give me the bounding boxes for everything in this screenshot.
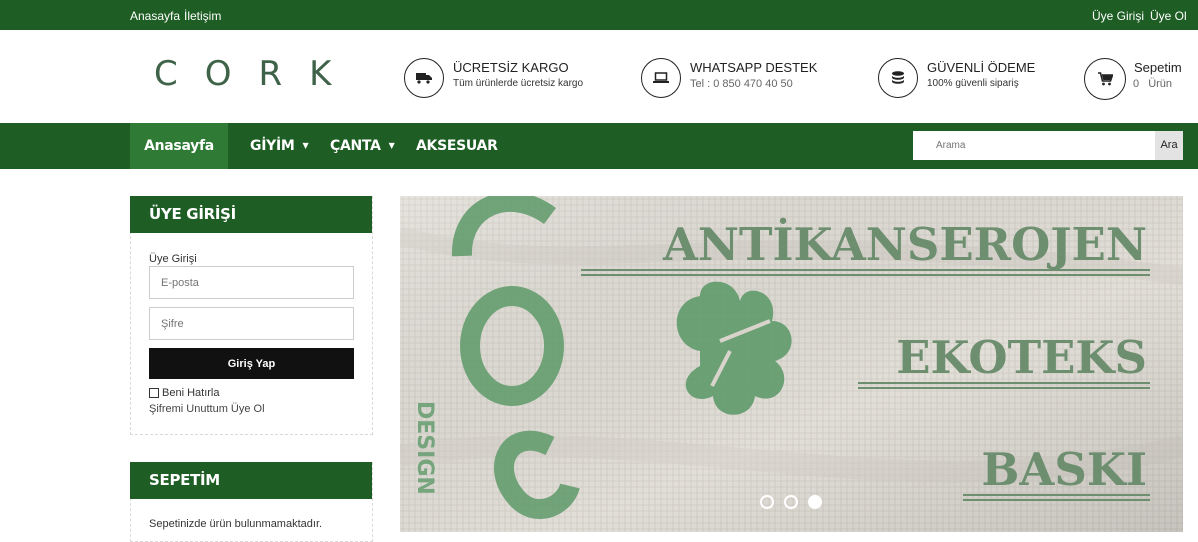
forgot-password-link[interactable]: Şifremi Unuttum	[149, 403, 228, 415]
banner-image: DESIGN ANTİKANSEROJEN EKOTEKS BASKI	[400, 196, 1183, 532]
caret-down-icon: ▼	[302, 141, 309, 150]
header-cart-unit: Ürün	[1148, 78, 1173, 90]
slider-dot-1[interactable]	[760, 495, 774, 509]
search-button[interactable]: Ara	[1155, 131, 1183, 160]
feature-subtitle: 100% güvenli sipariş	[927, 78, 1019, 89]
feature-subtitle: Tel : 0 850 470 40 50	[690, 78, 793, 90]
top-home-link[interactable]: Anasayfa	[130, 9, 180, 23]
cart-icon	[1084, 58, 1126, 100]
site-logo[interactable]: CORK	[154, 57, 358, 91]
top-register-link[interactable]: Üye Ol	[1150, 9, 1187, 23]
feature-title: WHATSAPP DESTEK	[690, 60, 818, 75]
remember-checkbox[interactable]	[149, 388, 159, 398]
nav-item-clothing[interactable]: GİYİM ▼	[250, 123, 309, 169]
remember-label: Beni Hatırla	[162, 387, 220, 399]
header-cart-title: Sepetim	[1134, 60, 1182, 75]
feature-subtitle: Tüm ürünlerde ücretsiz kargo	[453, 78, 584, 89]
nav-item-label: GİYİM	[250, 138, 295, 154]
cart-empty-text: Sepetinizde ürün bulunmamaktadır.	[149, 518, 323, 530]
nav-item-accessories[interactable]: AKSESUAR	[416, 123, 498, 169]
slider-dot-3[interactable]	[808, 495, 822, 509]
login-button[interactable]: Giriş Yap	[149, 348, 354, 379]
banner-line-1: ANTİKANSEROJEN	[662, 217, 1147, 271]
main-nav: Anasayfa GİYİM ▼ ÇANTA ▼ AKSESUAR Ara	[0, 123, 1198, 169]
top-contact-link[interactable]: İletişim	[184, 9, 221, 23]
feature-whatsapp: WHATSAPP DESTEK Tel : 0 850 470 40 50	[641, 58, 841, 100]
top-login-link[interactable]: Üye Girişi	[1092, 9, 1144, 23]
coins-icon	[878, 58, 918, 98]
laptop-icon	[641, 58, 681, 98]
banner-line-2: EKOTEKS	[896, 331, 1147, 384]
register-link[interactable]: Üye Ol	[231, 403, 265, 415]
feature-title: ÜCRETSİZ KARGO	[453, 60, 569, 75]
truck-icon	[404, 58, 444, 98]
search-input[interactable]	[913, 131, 1155, 160]
header-cart-count: 0	[1133, 78, 1140, 90]
feature-title: GÜVENLİ ÖDEME	[927, 60, 1036, 75]
password-field[interactable]	[149, 307, 354, 340]
login-panel-heading: ÜYE GİRİŞİ	[130, 196, 372, 233]
feature-secure-payment: GÜVENLİ ÖDEME 100% güvenli sipariş	[878, 58, 1058, 100]
printed-design-text: DESIGN	[412, 401, 437, 495]
banner-line-3: BASKI	[981, 443, 1147, 496]
email-field[interactable]	[149, 266, 354, 299]
slider-dot-2[interactable]	[784, 495, 798, 509]
cart-panel-heading: SEPETİM	[130, 462, 372, 499]
login-label: Üye Girişi	[149, 253, 197, 265]
nav-item-label: ÇANTA	[330, 138, 381, 154]
hero-slider[interactable]: DESIGN ANTİKANSEROJEN EKOTEKS BASKI	[400, 196, 1183, 532]
remember-me: Beni Hatırla	[149, 387, 219, 399]
feature-free-shipping: ÜCRETSİZ KARGO Tüm ürünlerde ücretsiz ka…	[404, 58, 604, 100]
login-links: Şifremi Unuttum Üye Ol	[149, 403, 265, 415]
top-bar: Anasayfa İletişim Üye Girişi Üye Ol	[0, 0, 1198, 30]
nav-item-home[interactable]: Anasayfa	[130, 123, 228, 169]
site-header: CORK ÜCRETSİZ KARGO Tüm ürünlerde ücrets…	[0, 30, 1198, 123]
nav-item-bags[interactable]: ÇANTA ▼	[330, 123, 395, 169]
header-cart-summary: 0 Ürün	[1133, 78, 1172, 90]
slider-dots	[760, 495, 822, 509]
caret-down-icon: ▼	[388, 141, 395, 150]
